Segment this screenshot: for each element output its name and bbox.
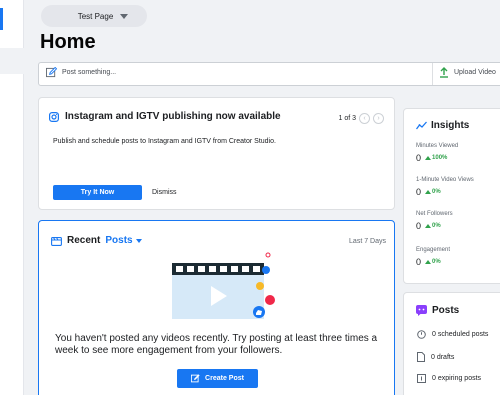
post-something-label: Post something...	[62, 69, 117, 76]
clock-icon	[417, 330, 426, 339]
up-arrow-icon	[425, 224, 432, 228]
card-pager: 1 of 3 ‹ ›	[338, 113, 384, 124]
scheduled-posts-link[interactable]: 0 scheduled posts	[417, 330, 488, 339]
page-selector-label: Test Page	[77, 11, 114, 21]
composer-bar: Post something... Upload Video	[38, 62, 500, 86]
metric-change: 0%	[432, 259, 441, 265]
calendar-icon	[417, 374, 426, 383]
upload-icon	[440, 67, 448, 78]
instagram-card-title: Instagram and IGTV publishing now availa…	[65, 111, 281, 122]
try-it-now-button[interactable]: Try It Now	[53, 185, 142, 200]
chevron-right-icon[interactable]: ›	[373, 113, 384, 124]
drafts-link[interactable]: 0 drafts	[417, 352, 454, 362]
video-illustration	[172, 252, 275, 319]
pencil-icon	[191, 374, 200, 383]
up-arrow-icon	[425, 260, 432, 264]
drafts-label: 0 drafts	[431, 353, 455, 361]
page-selector[interactable]: Test Page	[41, 5, 147, 27]
metric-net-followers[interactable]: Net Followers 0 0%	[416, 211, 453, 231]
instagram-card-description: Publish and schedule posts to Instagram …	[53, 138, 276, 145]
metric-minutes-viewed[interactable]: Minutes Viewed 0 100%	[416, 143, 458, 163]
recent-label: Recent	[67, 235, 101, 246]
metric-label: Net Followers	[416, 211, 453, 217]
metric-one-minute-views[interactable]: 1-Minute Video Views 0 0%	[416, 177, 474, 197]
metric-change: 0%	[432, 223, 441, 229]
recent-posts-card: Recent Posts Last 7 Days You haven't pos…	[38, 220, 395, 395]
insights-title: Insights	[431, 120, 470, 131]
left-nav-item[interactable]	[0, 48, 24, 74]
date-range-label: Last 7 Days	[349, 238, 386, 245]
up-arrow-icon	[425, 156, 432, 160]
instagram-icon	[49, 111, 59, 122]
chevron-down-icon	[120, 13, 129, 19]
composer-divider	[432, 63, 433, 85]
posts-filter-dropdown[interactable]: Posts	[105, 235, 142, 246]
empty-state-message: You haven't posted any videos recently. …	[55, 333, 378, 356]
dismiss-button[interactable]: Dismiss	[152, 189, 177, 196]
upload-video-label: Upload Video	[454, 69, 496, 76]
metric-label: Minutes Viewed	[416, 143, 459, 149]
expiring-posts-label: 0 expiring posts	[432, 375, 482, 382]
create-post-label: Create Post	[205, 375, 244, 382]
metric-value: 0	[416, 153, 422, 163]
metric-change: 0%	[432, 189, 441, 195]
insights-card: Insights Minutes Viewed 0 100% 1-Minute …	[403, 108, 500, 284]
document-icon	[417, 352, 425, 362]
metric-engagement[interactable]: Engagement 0 0%	[416, 247, 450, 267]
scheduled-posts-label: 0 scheduled posts	[432, 331, 489, 338]
page-title: Home	[40, 31, 96, 53]
pencil-icon	[46, 67, 57, 78]
posts-filter-label: Posts	[105, 235, 133, 246]
post-something-button[interactable]: Post something...	[46, 67, 116, 78]
left-nav-active-indicator	[0, 8, 3, 30]
metric-change: 100%	[432, 155, 448, 161]
metric-label: Engagement	[416, 247, 451, 253]
trend-icon	[416, 121, 427, 130]
posts-summary-card: Posts 0 scheduled posts 0 drafts 0 expir…	[403, 292, 500, 395]
left-nav	[0, 0, 24, 395]
recent-posts-icon	[51, 236, 62, 246]
upload-video-button[interactable]: Upload Video	[439, 67, 496, 78]
chevron-left-icon[interactable]: ‹	[359, 113, 370, 124]
posts-title: Posts	[432, 305, 460, 316]
pager-label: 1 of 3	[338, 115, 356, 122]
metric-value: 0	[416, 187, 422, 197]
create-post-button[interactable]: Create Post	[177, 369, 258, 388]
metric-value: 0	[416, 221, 422, 231]
instagram-announcement-card: Instagram and IGTV publishing now availa…	[38, 97, 395, 210]
posts-icon	[416, 305, 427, 316]
chevron-down-icon	[135, 238, 142, 243]
metric-label: 1-Minute Video Views	[416, 177, 474, 183]
metric-value: 0	[416, 257, 422, 267]
up-arrow-icon	[425, 190, 432, 194]
expiring-posts-link[interactable]: 0 expiring posts	[417, 374, 481, 383]
